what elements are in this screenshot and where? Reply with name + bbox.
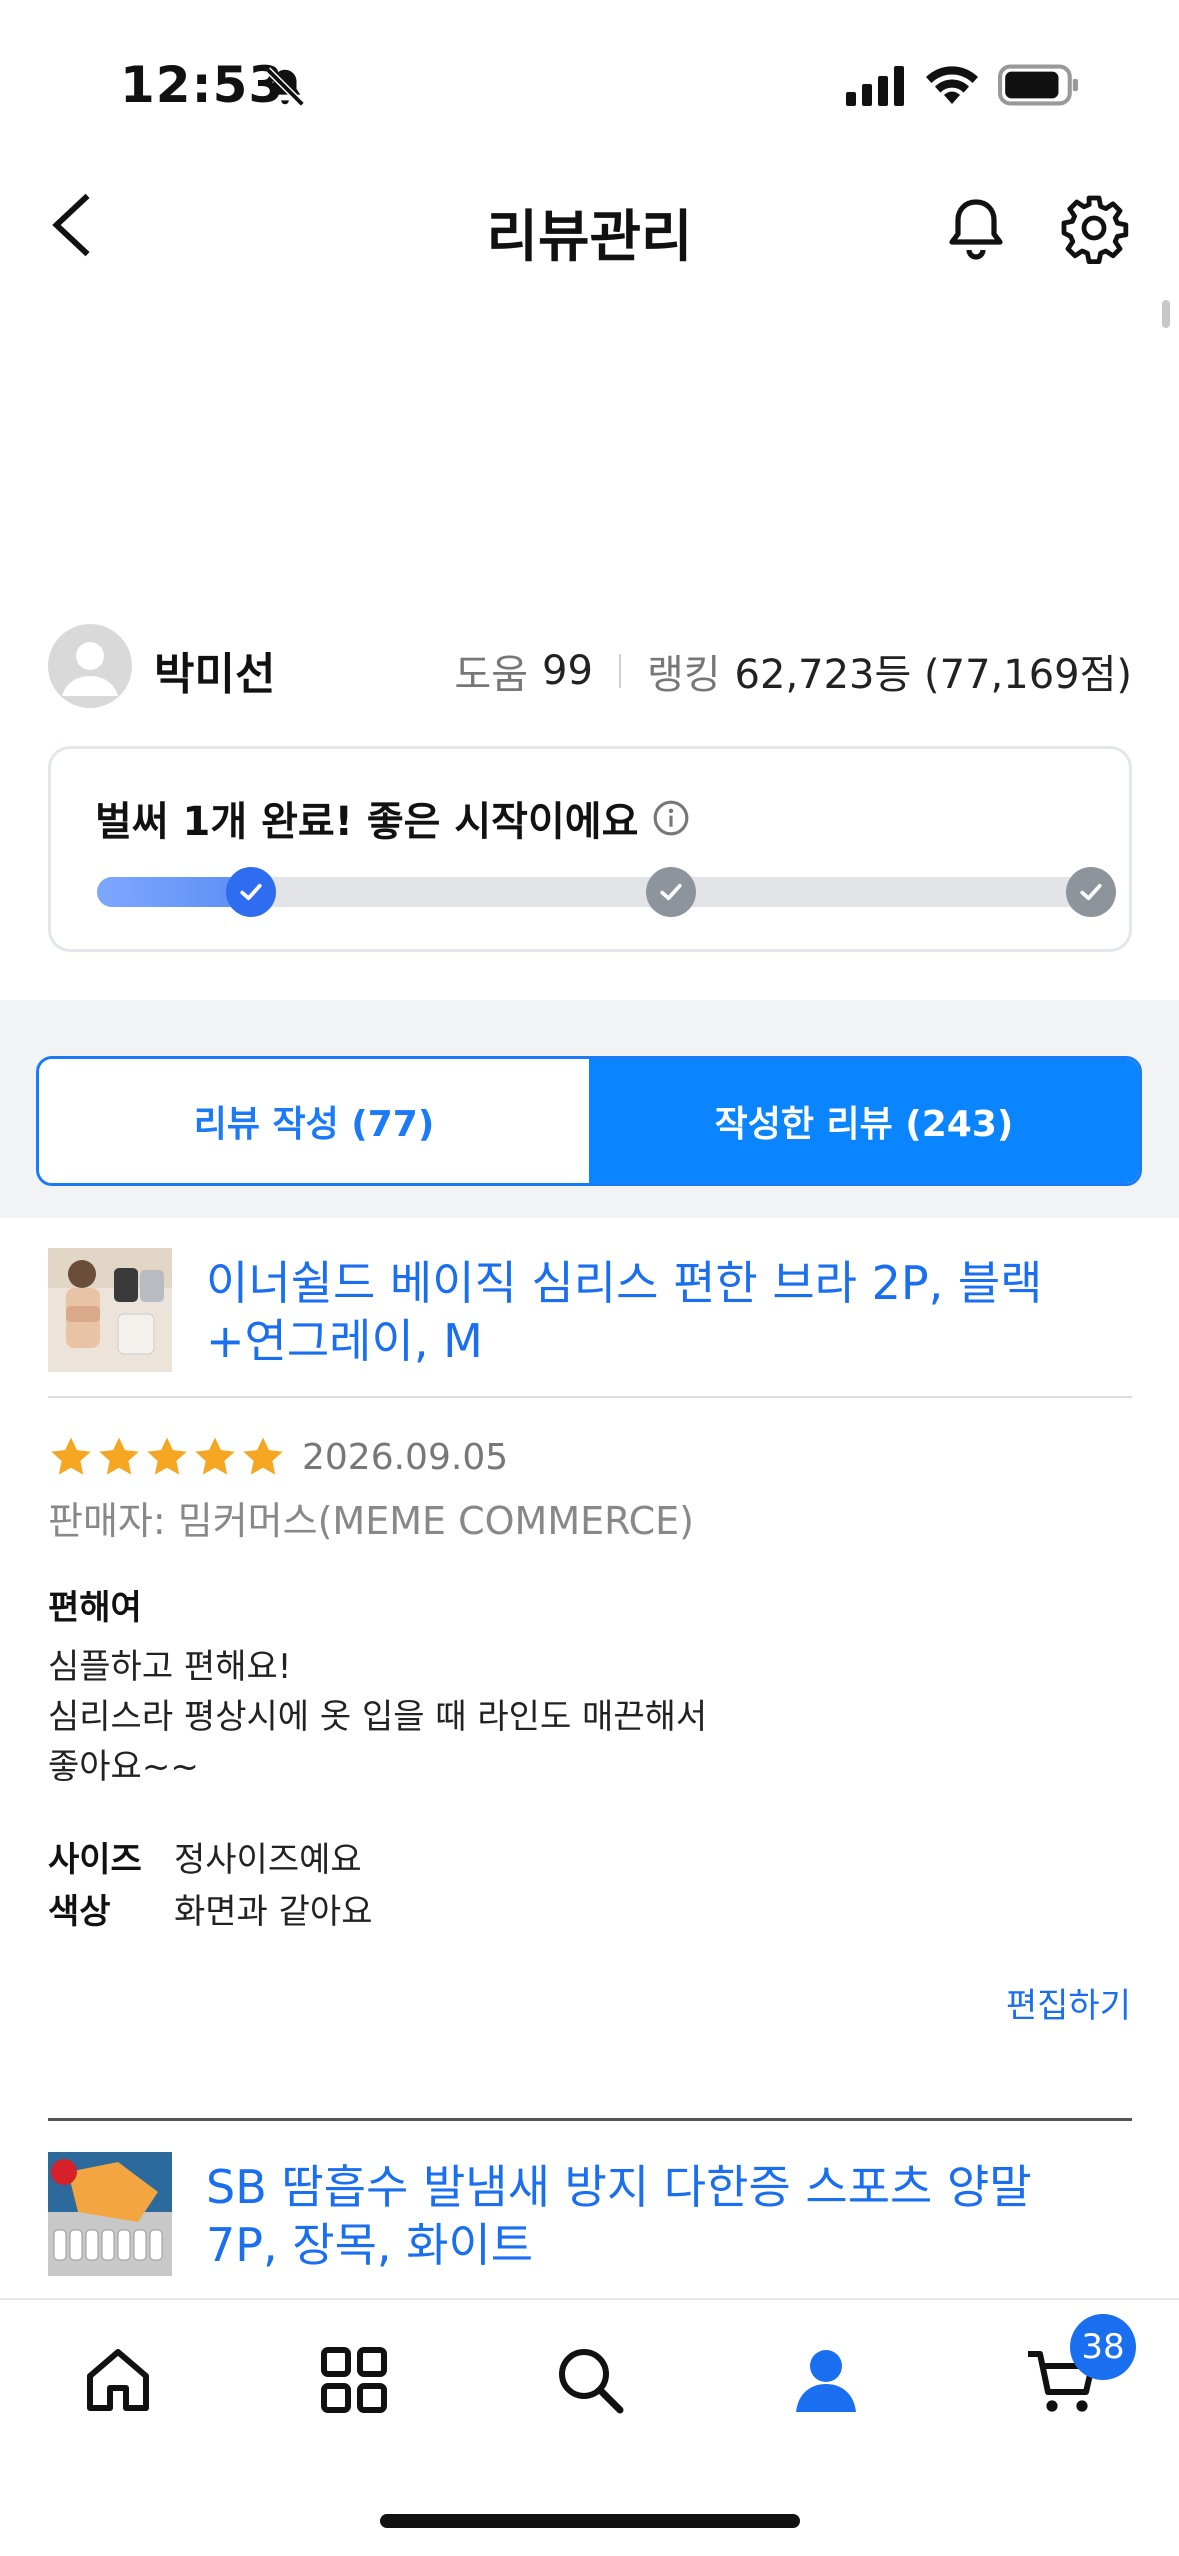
star-icon (147, 1437, 187, 1475)
wifi-icon (926, 66, 978, 104)
review-progress-card: 벌써 1개 완료! 좋은 시작이에요 (48, 746, 1132, 952)
progress-step (646, 867, 696, 917)
rating-row: 2026.09.05 (48, 1430, 508, 1484)
app-header: 리뷰관리 (0, 170, 1179, 280)
status-bar: 12:53 (0, 0, 1179, 160)
star-icon (195, 1437, 235, 1475)
product-divider (48, 1396, 1132, 1398)
nav-categories[interactable] (314, 2340, 394, 2420)
product-name[interactable]: SB 땀흡수 발냄새 방지 다한증 스포츠 양말 7P, 장목, 화이트 (206, 2158, 1116, 2274)
attribute-value: 정사이즈예요 (174, 1840, 362, 1880)
review-line: 심리스라 평상시에 옷 입을 때 라인도 매끈해서 (48, 1697, 708, 1737)
check-icon (1080, 883, 1102, 901)
progress-message: 벌써 1개 완료! 좋은 시작이에요 (95, 799, 639, 845)
star-icon (51, 1437, 91, 1475)
help-count: 99 (542, 648, 593, 694)
nav-my-page[interactable] (786, 2340, 866, 2420)
product-thumbnail[interactable] (48, 2152, 172, 2276)
cellular-signal-icon (846, 66, 904, 106)
review-separator (48, 2118, 1132, 2121)
attribute-key: 색상 (48, 1892, 111, 1932)
ranking-label: 랭킹 (646, 652, 721, 698)
rating-stars (48, 1434, 288, 1480)
check-icon (240, 883, 262, 901)
review-product[interactable]: 이너쉴드 베이직 심리스 편한 브라 2P, 블랙+연그레이, M (48, 1248, 1132, 1378)
stats-divider (618, 654, 621, 688)
bell-icon[interactable] (940, 192, 1012, 264)
bra-product-image (48, 1248, 172, 1372)
progress-step (1066, 867, 1116, 917)
status-time: 12:53 (120, 56, 285, 114)
attribute-key: 사이즈 (48, 1840, 142, 1880)
home-indicator[interactable] (380, 2514, 800, 2528)
nav-search[interactable] (550, 2340, 630, 2420)
username: 박미선 (154, 649, 276, 700)
product-thumbnail[interactable] (48, 1248, 172, 1372)
user-stats: 도움 99 랭킹 62,723등 (77,169점) (454, 642, 1132, 700)
gear-icon[interactable] (1058, 192, 1130, 264)
review-tabs: 리뷰 작성 (77) 작성한 리뷰 (243) (36, 1056, 1142, 1186)
review-headline: 편해여 (48, 1588, 142, 1628)
seller-name: 판매자: 밈커머스(MEME COMMERCE) (48, 1499, 695, 1543)
star-icon (243, 1437, 283, 1475)
search-icon (559, 2349, 624, 2414)
nav-home[interactable] (78, 2340, 158, 2420)
check-icon (660, 883, 682, 901)
cart-count-badge: 38 (1070, 2314, 1136, 2380)
info-icon[interactable] (652, 799, 690, 837)
avatar[interactable] (48, 624, 132, 708)
attribute-value: 화면과 같아요 (174, 1892, 373, 1932)
ranking-value: 62,723등 (77,169점) (734, 652, 1132, 698)
star-icon (99, 1437, 139, 1475)
home-icon (87, 2349, 149, 2411)
tab-write-review[interactable]: 리뷰 작성 (77) (39, 1059, 589, 1183)
battery-icon (998, 64, 1078, 106)
categories-icon (321, 2347, 387, 2413)
review-product[interactable]: SB 땀흡수 발냄새 방지 다한증 스포츠 양말 7P, 장목, 화이트 (48, 2152, 1132, 2282)
profile-row: 박미선 도움 99 랭킹 62,723등 (77,169점) (48, 624, 1132, 712)
edit-review-link[interactable]: 편집하기 (1006, 1978, 1131, 2027)
review-date: 2026.09.05 (302, 1436, 509, 1478)
product-name[interactable]: 이너쉴드 베이직 심리스 편한 브라 2P, 블랙+연그레이, M (206, 1254, 1116, 1370)
progress-step (226, 867, 276, 917)
silent-mode-icon (265, 67, 305, 107)
progress-title: 벌써 1개 완료! 좋은 시작이에요 (95, 789, 690, 847)
size-attribute: 사이즈 정사이즈예요 (48, 1832, 362, 1881)
my-page-icon (796, 2350, 856, 2412)
review-body: 심플하고 편해요! 심리스라 평상시에 옷 입을 때 라인도 매끈해서 좋아요~… (48, 1642, 707, 1792)
review-line: 심플하고 편해요! (48, 1647, 292, 1687)
review-line: 좋아요~~ (48, 1747, 199, 1787)
tab-written-reviews[interactable]: 작성한 리뷰 (243) (589, 1059, 1139, 1183)
socks-product-image (48, 2152, 172, 2276)
scroll-indicator[interactable] (1162, 300, 1170, 328)
help-label: 도움 (454, 652, 529, 698)
color-attribute: 색상 화면과 같아요 (48, 1884, 373, 1933)
default-avatar-icon (62, 642, 118, 696)
